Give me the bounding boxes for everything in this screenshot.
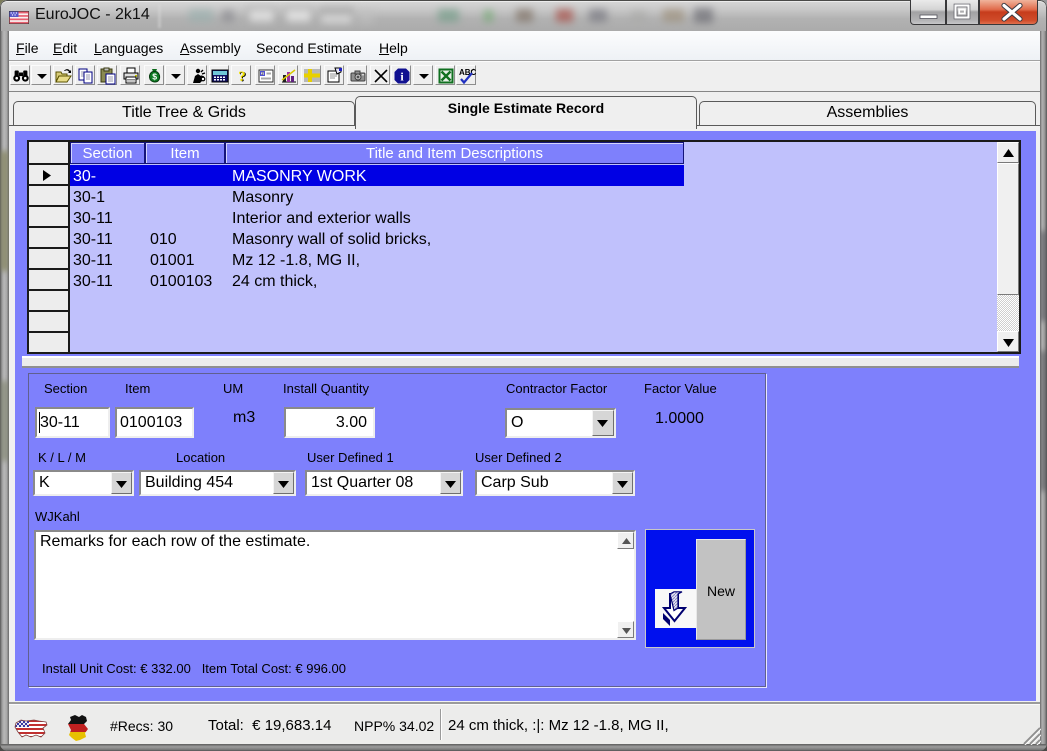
svg-text:?: ? [238, 69, 246, 85]
svg-text:$: $ [152, 72, 157, 82]
